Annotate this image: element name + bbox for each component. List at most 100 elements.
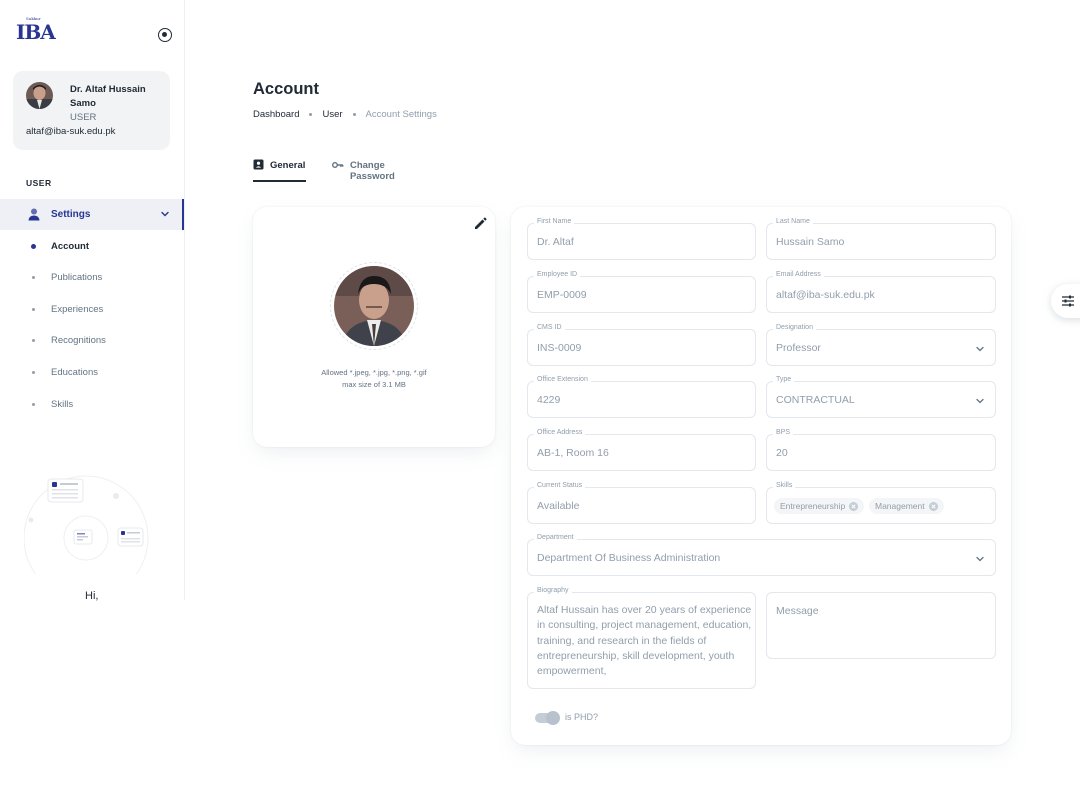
employee-id-field[interactable]: Employee ID EMP-0009	[527, 271, 756, 313]
avatar-help-line: max size of 3.1 MB	[342, 380, 406, 389]
nav-dot	[32, 276, 35, 279]
sidebar-item-publications[interactable]: Publications	[0, 262, 184, 292]
sidebar-item-recognitions[interactable]: Recognitions	[0, 325, 184, 355]
sidebar: Sukkur IBA Dr. Altaf Hussain Samo USER a…	[0, 0, 185, 602]
switch-thumb	[546, 711, 560, 725]
chip-label: Entrepreneurship	[780, 501, 846, 511]
nav-dot	[32, 339, 35, 342]
email-field[interactable]: Email Address altaf@iba-suk.edu.pk	[766, 271, 996, 313]
field-label: Type	[773, 376, 795, 383]
breadcrumb-separator	[309, 113, 313, 116]
field-label: CMS ID	[534, 324, 565, 331]
field-label: Skills	[773, 482, 796, 489]
biography-textarea[interactable]: Biography Altaf Hussain has over 20 year…	[527, 587, 756, 689]
field-label: First Name	[534, 218, 575, 225]
field-value: Hussain Samo	[776, 236, 845, 248]
skill-chip[interactable]: Management	[869, 498, 944, 514]
cms-id-field[interactable]: CMS ID INS-0009	[527, 324, 756, 366]
nav-subheader: USER	[26, 178, 52, 188]
breadcrumb-user[interactable]: User	[322, 109, 342, 120]
pencil-icon[interactable]	[473, 217, 487, 231]
logo-text: IBA	[16, 20, 56, 44]
sidebar-item-experiences[interactable]: Experiences	[0, 294, 184, 324]
breadcrumb-current: Account Settings	[365, 109, 437, 120]
field-value: CONTRACTUAL	[776, 394, 855, 406]
first-name-field[interactable]: First Name Dr. Altaf	[527, 218, 756, 260]
nav-dot	[32, 308, 35, 311]
breadcrumb-dashboard[interactable]: Dashboard	[253, 109, 299, 120]
person-icon	[28, 208, 40, 221]
sidebar-item-label: Educations	[51, 367, 99, 378]
field-label: Employee ID	[534, 271, 581, 278]
field-value: Altaf Hussain has over 20 years of exper…	[537, 604, 752, 678]
department-select[interactable]: Department Department Of Business Admini…	[527, 534, 996, 576]
phd-switch-label: is PHD?	[565, 712, 599, 722]
field-value: 20	[776, 447, 788, 459]
field-label: BPS	[773, 429, 794, 436]
phd-switch[interactable]	[535, 711, 560, 725]
field-value: Department Of Business Administration	[537, 552, 721, 564]
sidebar-item-account[interactable]: Account	[0, 231, 184, 261]
office-extension-field[interactable]: Office Extension 4229	[527, 376, 756, 418]
current-status-field[interactable]: Current Status Available	[527, 482, 756, 524]
field-label: Email Address	[773, 271, 824, 278]
field-value: Professor	[776, 342, 821, 354]
skills-autocomplete[interactable]: Skills Entrepreneurship Management	[766, 482, 996, 524]
sidebar-item-label: Account	[51, 241, 89, 252]
field-value: INS-0009	[537, 342, 582, 354]
sidebar-item-educations[interactable]: Educations	[0, 357, 184, 387]
breadcrumb-separator	[352, 113, 356, 116]
tab-general[interactable]: General	[253, 156, 306, 182]
sidebar-item-settings[interactable]: Settings	[0, 199, 184, 230]
chevron-down-icon	[976, 556, 984, 562]
sliders-icon	[1062, 295, 1074, 307]
user-card[interactable]: Dr. Altaf Hussain Samo USER altaf@iba-su…	[13, 71, 170, 150]
tab-label: General	[270, 160, 306, 171]
field-value: AB-1, Room 16	[537, 447, 609, 459]
tab-change-password[interactable]: Change Password	[332, 156, 432, 182]
tab-label: Change Password	[349, 160, 395, 182]
avatar-help-text: Allowed *.jpeg, *.jpg, *.png, *.gif max …	[253, 367, 495, 391]
user-role: USER	[70, 112, 97, 123]
avatar-card: Allowed *.jpeg, *.jpg, *.png, *.gif max …	[253, 207, 495, 447]
sidebar-item-skills[interactable]: Skills	[0, 389, 184, 419]
field-label: Current Status	[534, 482, 586, 489]
chip-remove-icon[interactable]	[849, 501, 859, 511]
sidebar-collapse-icon[interactable]	[158, 28, 172, 42]
chip-label: Management	[875, 501, 925, 511]
user-email: altaf@iba-suk.edu.pk	[26, 126, 116, 137]
designation-select[interactable]: Designation Professor	[766, 324, 996, 366]
sidebar-item-label: Settings	[51, 209, 91, 220]
last-name-field[interactable]: Last Name Hussain Samo	[766, 218, 996, 260]
message-textarea[interactable]: Message	[766, 592, 996, 659]
nav-dot	[31, 244, 36, 249]
settings-drawer-button[interactable]	[1051, 284, 1080, 318]
field-label: Last Name	[773, 218, 813, 225]
nav-dot	[32, 403, 35, 406]
skill-chip[interactable]: Entrepreneurship	[774, 498, 865, 514]
bps-field[interactable]: BPS 20	[766, 429, 996, 471]
avatar-upload[interactable]	[330, 262, 418, 350]
breadcrumb: Dashboard User Account Settings	[253, 109, 437, 120]
chevron-down-icon	[161, 211, 169, 217]
profile-form: First Name Dr. Altaf Last Name Hussain S…	[511, 207, 1011, 745]
type-select[interactable]: Type CONTRACTUAL	[766, 376, 996, 418]
greeting-text: Hi,	[85, 590, 99, 602]
avatar-help-line: Allowed *.jpeg, *.jpg, *.png, *.gif	[321, 368, 427, 377]
documents-illustration	[24, 475, 149, 574]
page-title: Account	[253, 80, 319, 98]
field-value: EMP-0009	[537, 289, 587, 301]
sidebar-item-label: Recognitions	[51, 335, 106, 346]
office-address-field[interactable]: Office Address AB-1, Room 16	[527, 429, 756, 471]
field-label: Biography	[534, 587, 572, 594]
sidebar-item-label: Skills	[51, 399, 74, 410]
field-value: Dr. Altaf	[537, 236, 574, 248]
sidebar-item-label: Experiences	[51, 304, 104, 315]
iba-logo[interactable]: Sukkur IBA	[14, 16, 56, 48]
field-placeholder: Message	[776, 605, 819, 617]
field-value: altaf@iba-suk.edu.pk	[776, 289, 875, 301]
field-label: Office Address	[534, 429, 586, 436]
id-card-icon	[253, 159, 264, 170]
chip-remove-icon[interactable]	[928, 501, 938, 511]
key-icon	[332, 162, 344, 168]
